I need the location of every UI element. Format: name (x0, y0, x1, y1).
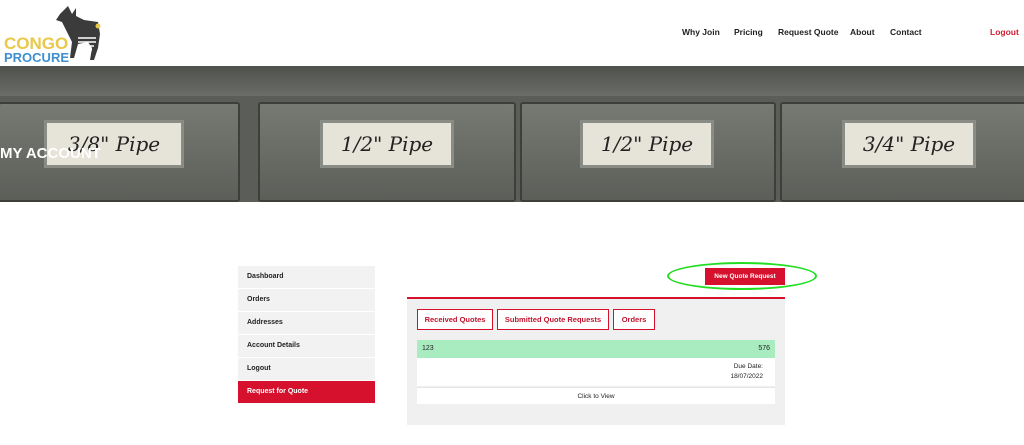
account-sidebar: Dashboard Orders Addresses Account Detai… (238, 266, 375, 404)
nav-request-quote[interactable]: Request Quote (778, 27, 838, 37)
page-title: MY ACCOUNT (0, 145, 101, 162)
quotes-panel: Received Quotes Submitted Quote Requests… (407, 299, 785, 425)
tab-orders[interactable]: Orders (613, 309, 655, 330)
quote-id: 123 (422, 345, 434, 352)
annotation-highlight-ellipse (667, 262, 817, 290)
due-date-label: Due Date: (733, 363, 763, 370)
nav-why-join[interactable]: Why Join (682, 27, 720, 37)
main-nav: Why Join Pricing Request Quote About Con… (0, 27, 1024, 41)
banner-drawer-tag: 1/2" Pipe (580, 120, 714, 168)
nav-contact[interactable]: Contact (890, 27, 922, 37)
nav-logout[interactable]: Logout (990, 27, 1019, 37)
sidebar-item-account-details[interactable]: Account Details (238, 335, 375, 357)
click-to-view-link[interactable]: Click to View (417, 387, 775, 404)
logo-text-procure: PROCURE (4, 50, 70, 65)
site-header: CONGO PROCURE Why Join Pricing Request Q… (0, 0, 1024, 66)
quote-value: 576 (758, 345, 770, 352)
due-date-value: 18/07/2022 (730, 373, 763, 380)
sidebar-item-request-for-quote[interactable]: Request for Quote (238, 381, 375, 403)
sidebar-item-dashboard[interactable]: Dashboard (238, 266, 375, 288)
banner-cabinet-rail (0, 66, 1024, 96)
banner-drawer: 1/2" Pipe (520, 102, 776, 202)
tab-submitted-quote-requests[interactable]: Submitted Quote Requests (497, 309, 609, 330)
quote-row-header[interactable]: 123 576 (417, 340, 775, 358)
nav-about[interactable]: About (850, 27, 875, 37)
banner-drawer-tag: 3/4" Pipe (842, 120, 976, 168)
quote-due-info: Due Date: 18/07/2022 (417, 358, 775, 386)
nav-pricing[interactable]: Pricing (734, 27, 763, 37)
sidebar-item-addresses[interactable]: Addresses (238, 312, 375, 334)
banner-drawer: 3/4" Pipe (780, 102, 1024, 202)
sidebar-item-orders[interactable]: Orders (238, 289, 375, 311)
page-banner: 3/8" Pipe 1/2" Pipe 1/2" Pipe 3/4" Pipe … (0, 66, 1024, 202)
tab-received-quotes[interactable]: Received Quotes (417, 309, 493, 330)
banner-drawer: 1/2" Pipe (258, 102, 516, 202)
banner-drawer-tag: 1/2" Pipe (320, 120, 454, 168)
sidebar-item-logout[interactable]: Logout (238, 358, 375, 380)
